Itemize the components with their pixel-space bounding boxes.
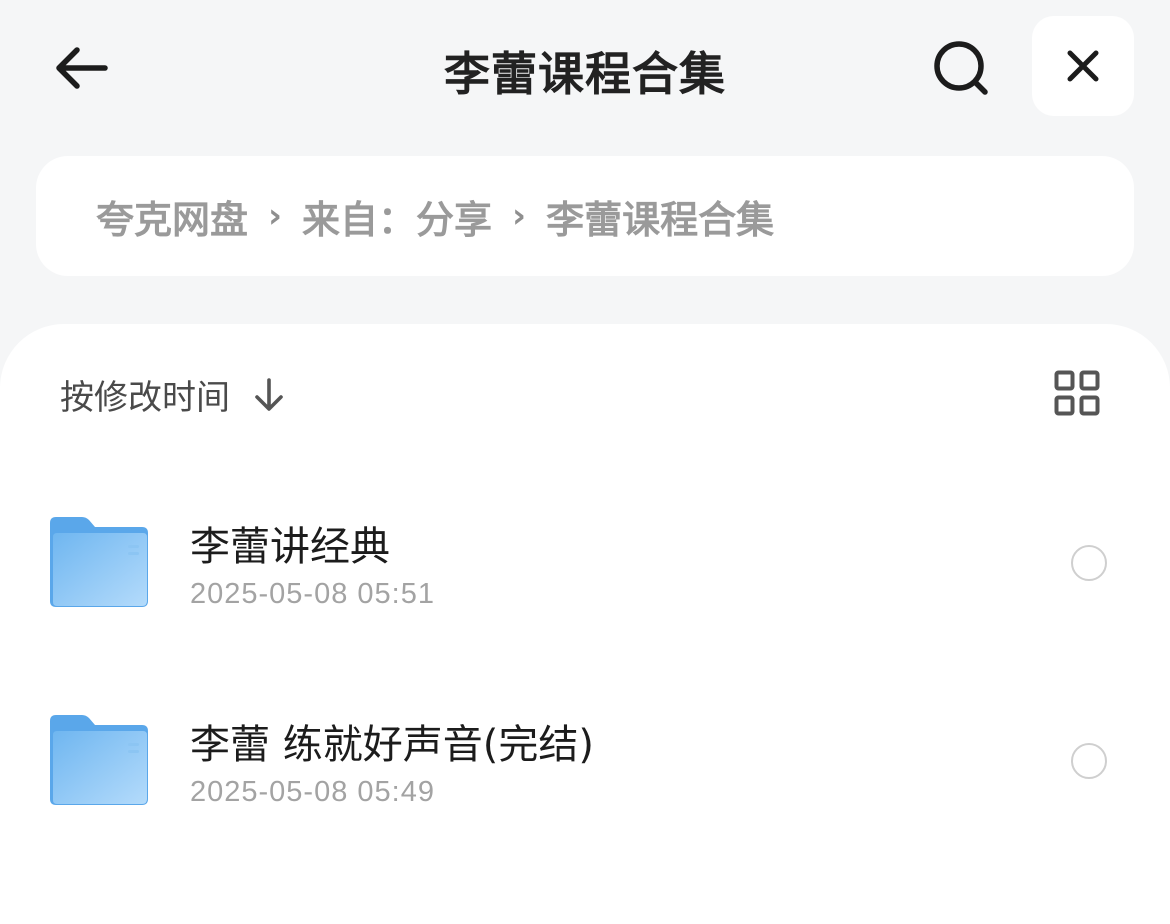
file-date: 2025-05-08 05:49 <box>190 776 435 808</box>
list-item[interactable]: 李蕾 练就好声音(完结) 2025-05-08 05:49 <box>0 692 1170 842</box>
arrow-down-icon <box>252 377 286 413</box>
grid-view-icon <box>1054 370 1100 416</box>
folder-icon <box>50 715 148 805</box>
top-bar: 李蕾课程合集 <box>0 0 1170 140</box>
sort-label: 按修改时间 <box>60 378 230 418</box>
breadcrumb-separator: › <box>512 196 527 236</box>
breadcrumb: 夸克网盘 › 来自：分享 › 李蕾课程合集 <box>36 156 1134 276</box>
select-radio[interactable] <box>1071 743 1107 779</box>
breadcrumb-separator: › <box>268 196 283 236</box>
close-icon <box>1067 50 1099 82</box>
list-item[interactable]: 李蕾讲经典 2025-05-08 05:51 <box>0 494 1170 644</box>
close-button[interactable] <box>1032 16 1134 116</box>
breadcrumb-item-root[interactable]: 夸克网盘 <box>96 189 248 244</box>
search-button[interactable] <box>926 36 996 100</box>
select-radio[interactable] <box>1071 545 1107 581</box>
file-list-panel: 按修改时间 李蕾讲经典 2025-05-08 05:51 李蕾 练就好声音(完结… <box>0 324 1170 924</box>
breadcrumb-item-shared[interactable]: 来自：分享 <box>302 189 492 244</box>
grid-view-button[interactable] <box>1054 370 1100 416</box>
folder-icon <box>50 517 148 607</box>
search-icon <box>934 41 988 95</box>
sort-selector[interactable]: 按修改时间 <box>60 370 286 419</box>
file-date: 2025-05-08 05:51 <box>190 578 435 610</box>
file-name: 李蕾讲经典 <box>190 524 390 570</box>
file-name: 李蕾 练就好声音(完结) <box>190 722 594 768</box>
breadcrumb-item-current: 李蕾课程合集 <box>546 197 775 242</box>
